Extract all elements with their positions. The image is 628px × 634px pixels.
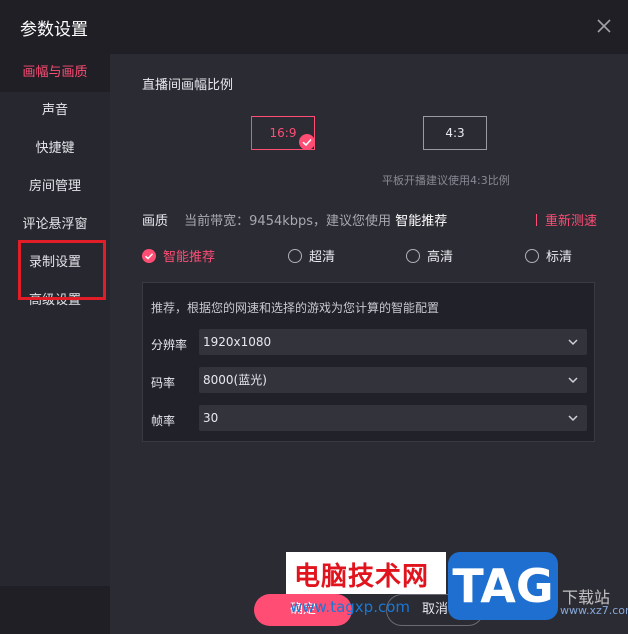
sidebar-item-sound[interactable]: 声音: [0, 92, 110, 130]
quality-option-standard[interactable]: 标清: [525, 246, 572, 265]
ratio-section-title: 直播间画幅比例: [142, 78, 234, 93]
divider: [536, 214, 537, 226]
recommend-text: 智能推荐: [395, 214, 448, 229]
bitrate-value: 8000(蓝光): [203, 373, 267, 387]
quality-label: 画质: [142, 214, 169, 229]
ratio-option-4-3[interactable]: 4:3: [423, 116, 487, 150]
resolution-label: 分辨率: [151, 338, 188, 352]
panel-description: 推荐，根据您的网速和选择的游戏为您计算的智能配置: [151, 301, 440, 315]
quality-option-label: 超清: [309, 250, 336, 265]
ratio-option-label: 4:3: [445, 126, 465, 140]
quality-option-smart[interactable]: 智能推荐: [142, 246, 215, 265]
framerate-select[interactable]: 30: [199, 405, 587, 431]
framerate-label: 帧率: [151, 414, 176, 428]
settings-main: 直播间画幅比例 16:9 4:3 平板开播建议使用4:3比例 画质 当前带宽：9…: [110, 54, 628, 586]
chevron-down-icon: [568, 415, 578, 422]
sidebar-item-shortcuts[interactable]: 快捷键: [0, 130, 110, 168]
quality-option-high[interactable]: 高清: [406, 246, 453, 265]
sidebar-item-comment-overlay[interactable]: 评论悬浮窗: [0, 206, 110, 244]
radio-icon: [288, 248, 302, 263]
quality-option-label: 标清: [546, 250, 573, 265]
radio-icon: [525, 248, 539, 263]
quality-option-label: 智能推荐: [163, 250, 216, 265]
quality-option-label: 高清: [427, 250, 454, 265]
resolution-value: 1920x1080: [203, 335, 272, 349]
retest-label: 重新测速: [545, 214, 598, 229]
watermark-url: www.tagxp.com: [290, 598, 410, 616]
ratio-hint: 平板开播建议使用4:3比例: [382, 174, 510, 187]
bitrate-label: 码率: [151, 376, 176, 390]
check-icon: [299, 134, 315, 150]
ratio-option-label: 16:9: [269, 126, 297, 140]
bitrate-select[interactable]: 8000(蓝光): [199, 367, 587, 393]
title-bar: 参数设置: [0, 0, 628, 54]
watermark-site-name: 电脑技术网: [294, 562, 430, 592]
sidebar-item-room-management[interactable]: 房间管理: [0, 168, 110, 206]
chevron-down-icon: [568, 339, 578, 346]
smart-config-panel: 推荐，根据您的网速和选择的游戏为您计算的智能配置 分辨率 1920x1080 码…: [142, 282, 595, 442]
quality-info: 画质 当前带宽：9454kbps，建议您使用 智能推荐: [142, 210, 447, 229]
retest-speed-link[interactable]: 重新测速: [536, 210, 597, 229]
radio-checked-icon: [142, 248, 156, 263]
sidebar-item-picture-quality[interactable]: 画幅与画质: [0, 54, 110, 92]
framerate-value: 30: [203, 411, 219, 425]
sidebar: 画幅与画质 声音 快捷键 房间管理 评论悬浮窗 录制设置 高级设置: [0, 54, 110, 586]
resolution-select[interactable]: 1920x1080: [199, 329, 587, 355]
watermark: 电脑技术网 www.tagxp.com TAG: [286, 552, 558, 630]
window-title: 参数设置: [20, 20, 88, 40]
ratio-option-16-9[interactable]: 16:9: [251, 116, 315, 150]
close-icon[interactable]: [594, 16, 614, 36]
quality-option-ultra[interactable]: 超清: [288, 246, 335, 265]
bandwidth-text: 当前带宽：9454kbps，建议您使用: [184, 214, 392, 229]
sidebar-item-recording-settings[interactable]: 录制设置: [0, 240, 110, 300]
watermark-tag-logo: TAG: [448, 552, 558, 620]
watermark-xz-url: www.xz7.com: [560, 604, 628, 617]
radio-icon: [406, 248, 420, 263]
chevron-down-icon: [568, 377, 578, 384]
